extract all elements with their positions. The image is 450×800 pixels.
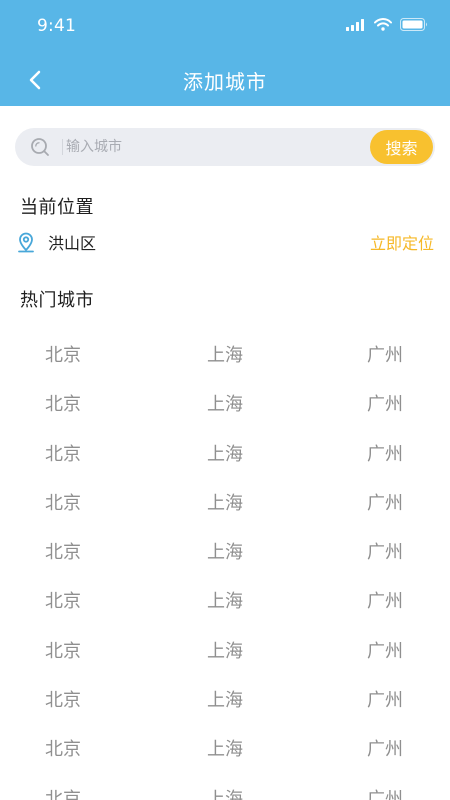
search-divider bbox=[62, 139, 63, 155]
city-option-shanghai[interactable]: 上海 bbox=[180, 390, 270, 416]
city-option-guangzhou[interactable]: 广州 bbox=[340, 587, 430, 613]
locate-now-button[interactable]: 立即定位 bbox=[370, 230, 434, 254]
location-pin-icon bbox=[18, 232, 34, 253]
hot-city-row-2: 北京 上海 广州 bbox=[0, 390, 450, 439]
current-location-row: 洪山区 立即定位 bbox=[16, 229, 434, 255]
hot-city-row-1: 北京 上海 广州 bbox=[0, 341, 450, 390]
city-option-beijing[interactable]: 北京 bbox=[18, 489, 108, 515]
city-option-shanghai[interactable]: 上海 bbox=[180, 686, 270, 712]
city-option-beijing[interactable]: 北京 bbox=[18, 686, 108, 712]
city-option-shanghai[interactable]: 上海 bbox=[180, 587, 270, 613]
status-bar: 9:41 bbox=[0, 0, 450, 54]
city-option-shanghai[interactable]: 上海 bbox=[180, 785, 270, 800]
city-option-guangzhou[interactable]: 广州 bbox=[340, 637, 430, 663]
city-option-guangzhou[interactable]: 广州 bbox=[340, 341, 430, 367]
current-location-name: 洪山区 bbox=[48, 234, 97, 253]
battery-icon bbox=[400, 18, 427, 31]
city-option-guangzhou[interactable]: 广州 bbox=[340, 686, 430, 712]
city-option-shanghai[interactable]: 上海 bbox=[180, 341, 270, 367]
status-time: 9:41 bbox=[37, 16, 76, 36]
city-option-beijing[interactable]: 北京 bbox=[18, 538, 108, 564]
search-icon bbox=[31, 138, 49, 156]
city-option-beijing[interactable]: 北京 bbox=[18, 637, 108, 663]
city-option-beijing[interactable]: 北京 bbox=[18, 341, 108, 367]
status-icons bbox=[346, 18, 428, 31]
city-option-shanghai[interactable]: 上海 bbox=[180, 440, 270, 466]
city-option-guangzhou[interactable]: 广州 bbox=[340, 538, 430, 564]
cellular-signal-icon bbox=[346, 18, 364, 31]
hot-city-row-4: 北京 上海 广州 bbox=[0, 489, 450, 538]
search-bar: 搜索 bbox=[15, 128, 435, 166]
search-button[interactable]: 搜索 bbox=[370, 130, 433, 164]
hot-city-row-8: 北京 上海 广州 bbox=[0, 686, 450, 735]
hot-city-row-6: 北京 上海 广州 bbox=[0, 587, 450, 636]
city-option-guangzhou[interactable]: 广州 bbox=[340, 440, 430, 466]
hot-city-row-9: 北京 上海 广州 bbox=[0, 735, 450, 784]
city-option-guangzhou[interactable]: 广州 bbox=[340, 390, 430, 416]
hot-city-row-5: 北京 上海 广州 bbox=[0, 538, 450, 587]
city-option-guangzhou[interactable]: 广州 bbox=[340, 785, 430, 800]
navigation-bar: 添加城市 bbox=[0, 54, 450, 106]
hot-city-row-3: 北京 上海 广州 bbox=[0, 440, 450, 489]
city-option-beijing[interactable]: 北京 bbox=[18, 735, 108, 761]
app-header: 9:41 添加城市 bbox=[0, 0, 450, 106]
hot-city-row-7: 北京 上海 广州 bbox=[0, 637, 450, 686]
city-option-beijing[interactable]: 北京 bbox=[18, 390, 108, 416]
hot-cities-title: 热门城市 bbox=[20, 290, 94, 311]
city-option-shanghai[interactable]: 上海 bbox=[180, 489, 270, 515]
wifi-icon bbox=[374, 18, 392, 31]
city-option-shanghai[interactable]: 上海 bbox=[180, 735, 270, 761]
city-option-shanghai[interactable]: 上海 bbox=[180, 637, 270, 663]
search-input[interactable] bbox=[66, 137, 366, 157]
city-option-shanghai[interactable]: 上海 bbox=[180, 538, 270, 564]
city-option-guangzhou[interactable]: 广州 bbox=[340, 735, 430, 761]
city-option-beijing[interactable]: 北京 bbox=[18, 587, 108, 613]
city-option-beijing[interactable]: 北京 bbox=[18, 785, 108, 800]
page-title: 添加城市 bbox=[183, 70, 267, 94]
city-option-beijing[interactable]: 北京 bbox=[18, 440, 108, 466]
hot-city-row-10: 北京 上海 广州 bbox=[0, 785, 450, 800]
hot-cities-grid: 北京 上海 广州 北京 上海 广州 北京 上海 广州 北京 上海 广州 北京 上… bbox=[0, 341, 450, 800]
city-option-guangzhou[interactable]: 广州 bbox=[340, 489, 430, 515]
current-location-title: 当前位置 bbox=[20, 197, 94, 218]
